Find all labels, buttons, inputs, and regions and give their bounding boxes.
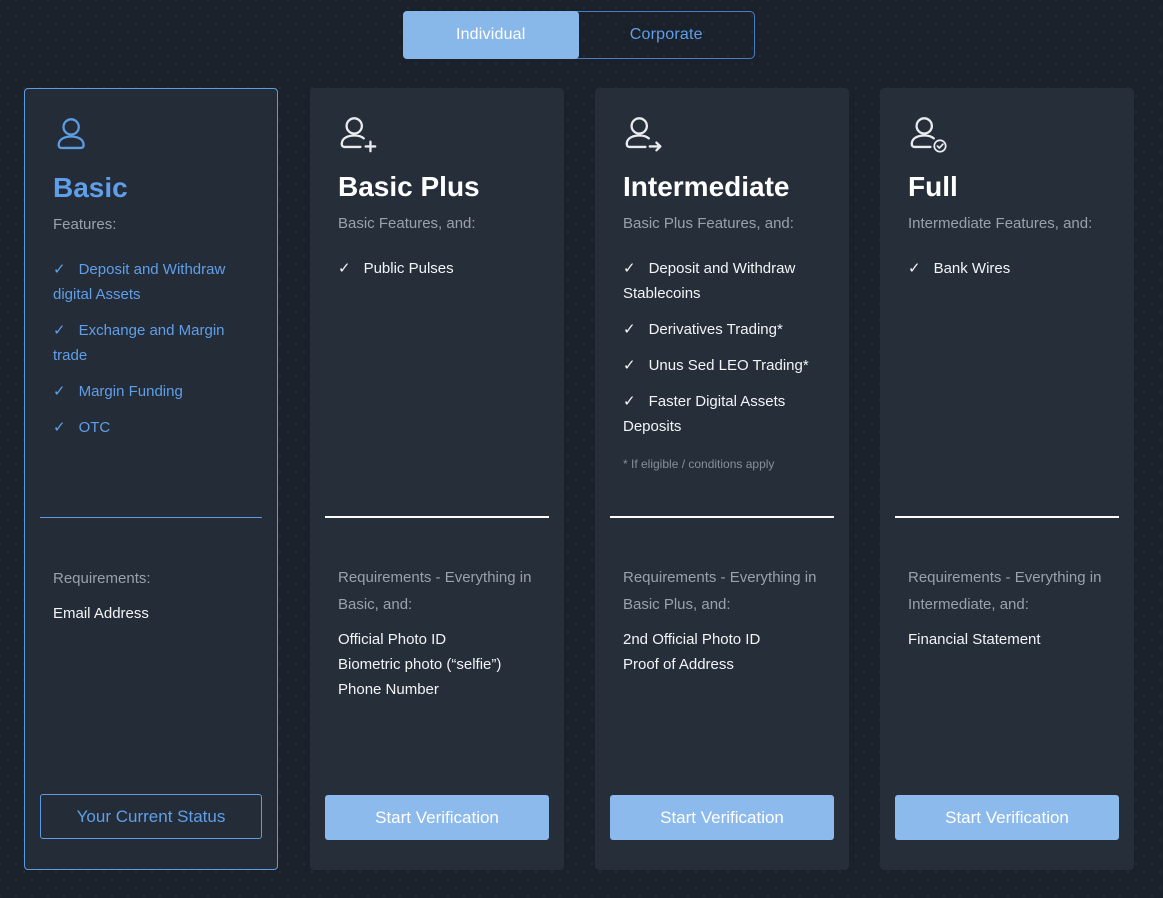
card-basic-top: Basic Features: ✓Deposit and Withdraw di… [25,89,277,440]
requirement-item: Email Address [53,601,255,626]
requirement-item: Official Photo ID [338,627,542,652]
feature-list: ✓Bank Wires [908,256,1110,281]
feature-item: ✓Margin Funding [53,379,253,404]
card-subtitle: Basic Plus Features, and: [623,213,825,234]
check-icon: ✓ [53,318,66,343]
eligibility-footnote: * If eligible / conditions apply [623,457,825,471]
feature-list: ✓Deposit and Withdraw digital Assets ✓Ex… [53,257,253,440]
person-arrow-icon [623,114,665,156]
start-verification-button[interactable]: Start Verification [895,795,1119,840]
check-icon: ✓ [623,256,636,281]
feature-item: ✓Exchange and Margin trade [53,318,253,368]
requirements-heading: Requirements - Everything in Basic Plus,… [623,564,827,618]
requirements-section: Requirements - Everything in Intermediat… [908,564,1112,652]
check-icon: ✓ [623,353,636,378]
person-check-icon [908,114,950,156]
person-add-icon [338,114,380,156]
card-title: Basic Plus [338,170,540,204]
card-full: Full Intermediate Features, and: ✓Bank W… [880,88,1134,870]
check-icon: ✓ [53,415,66,440]
feature-item: ✓Unus Sed LEO Trading* [623,353,825,378]
requirements-section: Requirements - Everything in Basic, and:… [338,564,542,702]
card-basic-plus-top: Basic Plus Basic Features, and: ✓Public … [310,88,564,281]
check-icon: ✓ [338,256,351,281]
requirements-heading: Requirements: [53,565,255,592]
requirements-section: Requirements: Email Address [53,565,255,626]
card-title: Basic [53,171,253,205]
account-type-toggle: Individual Corporate [403,11,755,59]
person-icon [53,115,95,157]
feature-item: ✓OTC [53,415,253,440]
feature-item: ✓Deposit and Withdraw Stablecoins [623,256,825,306]
feature-item: ✓Bank Wires [908,256,1110,281]
requirement-item: Biometric photo (“selfie”) [338,652,542,677]
card-title: Full [908,170,1110,204]
card-basic: Basic Features: ✓Deposit and Withdraw di… [24,88,278,870]
start-verification-button[interactable]: Start Verification [610,795,834,840]
feature-list: ✓Deposit and Withdraw Stablecoins ✓Deriv… [623,256,825,439]
requirement-item: Financial Statement [908,627,1112,652]
check-icon: ✓ [623,317,636,342]
card-subtitle: Intermediate Features, and: [908,213,1110,234]
card-subtitle: Basic Features, and: [338,213,540,234]
feature-item: ✓Faster Digital Assets Deposits [623,389,825,439]
card-full-top: Full Intermediate Features, and: ✓Bank W… [880,88,1134,281]
card-basic-plus: Basic Plus Basic Features, and: ✓Public … [310,88,564,870]
requirement-item: Proof of Address [623,652,827,677]
card-subtitle: Features: [53,214,253,235]
divider [895,516,1119,518]
divider [610,516,834,518]
requirement-item: 2nd Official Photo ID [623,627,827,652]
card-intermediate-top: Intermediate Basic Plus Features, and: ✓… [595,88,849,471]
card-intermediate: Intermediate Basic Plus Features, and: ✓… [595,88,849,870]
feature-item: ✓Public Pulses [338,256,540,281]
tab-corporate[interactable]: Corporate [579,12,755,58]
start-verification-button[interactable]: Start Verification [325,795,549,840]
feature-item: ✓Deposit and Withdraw digital Assets [53,257,253,307]
check-icon: ✓ [53,379,66,404]
divider [325,516,549,518]
check-icon: ✓ [908,256,921,281]
feature-list: ✓Public Pulses [338,256,540,281]
requirement-item: Phone Number [338,677,542,702]
check-icon: ✓ [53,257,66,282]
tab-individual[interactable]: Individual [403,11,579,59]
check-icon: ✓ [623,389,636,414]
requirements-section: Requirements - Everything in Basic Plus,… [623,564,827,677]
current-status-button[interactable]: Your Current Status [40,794,262,839]
feature-item: ✓Derivatives Trading* [623,317,825,342]
requirements-heading: Requirements - Everything in Basic, and: [338,564,542,618]
card-title: Intermediate [623,170,825,204]
divider [40,517,262,518]
requirements-heading: Requirements - Everything in Intermediat… [908,564,1112,618]
